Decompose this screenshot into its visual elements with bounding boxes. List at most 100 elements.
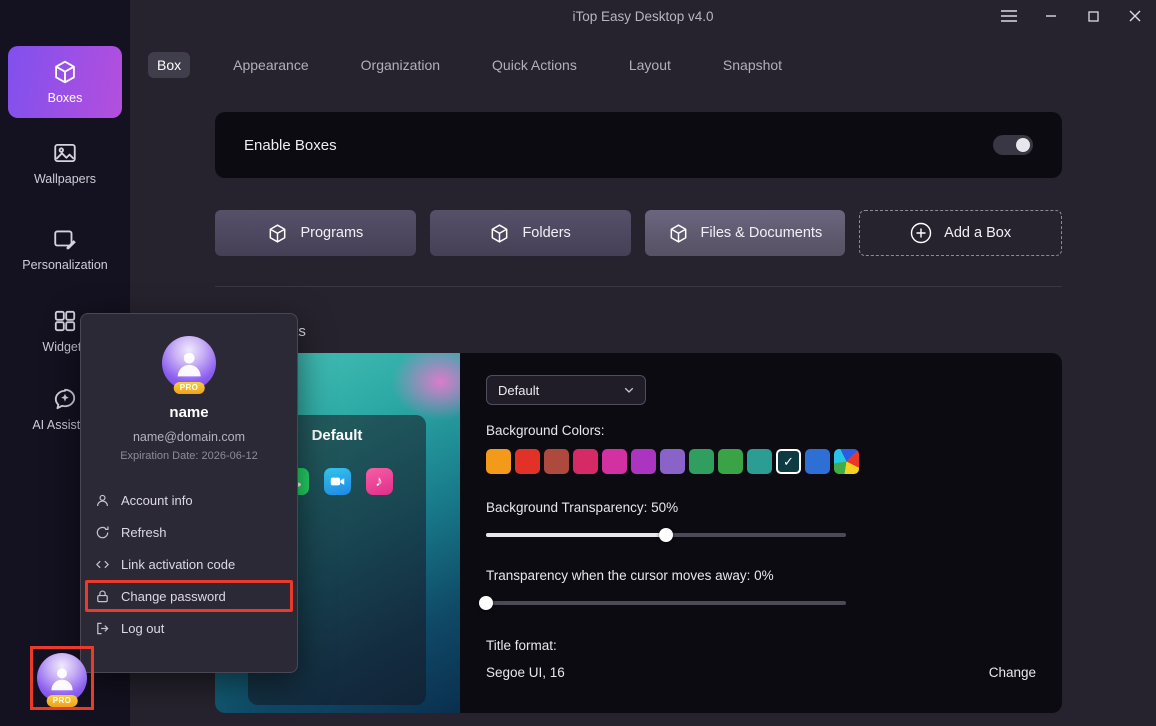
- title-format-row: Segoe UI, 16 Change: [486, 665, 1036, 680]
- menu-item-account-info[interactable]: Account info: [81, 484, 297, 516]
- account-expiration: Expiration Date: 2026-06-12: [81, 450, 297, 462]
- boxes-icon: [52, 59, 78, 85]
- color-swatch[interactable]: [805, 449, 830, 474]
- add-box-button[interactable]: Add a Box: [859, 210, 1062, 256]
- enable-boxes-toggle[interactable]: [993, 135, 1033, 155]
- color-swatch[interactable]: [573, 449, 598, 474]
- account-menu: Account info Refresh Link activation cod…: [81, 484, 297, 644]
- preset-settings-panel: Default Background Colors:: [460, 353, 1062, 713]
- menu-item-change-password[interactable]: Change password: [85, 580, 293, 612]
- menu-button[interactable]: [988, 0, 1030, 32]
- refresh-icon: [95, 525, 110, 540]
- color-swatch-custom[interactable]: [834, 449, 859, 474]
- color-swatch[interactable]: [515, 449, 540, 474]
- programs-box-button[interactable]: Programs: [215, 210, 416, 256]
- sidebar-item-label: Boxes: [48, 91, 83, 105]
- account-name: name: [81, 404, 297, 421]
- slider-knob[interactable]: [659, 528, 673, 542]
- ai-assistant-icon: [52, 386, 78, 412]
- cursor-transparency-slider[interactable]: [486, 596, 846, 610]
- tab-bar: Box Appearance Organization Quick Action…: [148, 50, 791, 80]
- color-swatch[interactable]: [486, 449, 511, 474]
- tab-appearance[interactable]: Appearance: [224, 52, 318, 78]
- color-swatch[interactable]: [689, 449, 714, 474]
- slider-knob[interactable]: [479, 596, 493, 610]
- menu-item-label: Link activation code: [121, 557, 235, 572]
- title-format-label: Title format:: [486, 638, 1036, 653]
- tab-organization[interactable]: Organization: [352, 52, 449, 78]
- color-swatch-row: ✓: [486, 449, 1036, 474]
- titlebar: iTop Easy Desktop v4.0: [130, 0, 1156, 32]
- slider-track[interactable]: [486, 601, 846, 605]
- box-icon: [489, 223, 510, 244]
- color-swatch[interactable]: [544, 449, 569, 474]
- account-avatar-highlight[interactable]: PRO: [30, 646, 94, 710]
- color-swatch[interactable]: [631, 449, 656, 474]
- window-controls: [988, 0, 1156, 32]
- sidebar-item-wallpapers[interactable]: Wallpapers: [8, 140, 122, 186]
- sidebar-item-boxes[interactable]: Boxes: [8, 46, 122, 118]
- tab-quick-actions[interactable]: Quick Actions: [483, 52, 586, 78]
- close-button[interactable]: [1114, 0, 1156, 32]
- color-swatch[interactable]: [660, 449, 685, 474]
- minimize-icon: [1045, 10, 1057, 22]
- menu-item-log-out[interactable]: Log out: [81, 612, 297, 644]
- color-swatch[interactable]: [747, 449, 772, 474]
- box-button-label: Programs: [300, 225, 363, 241]
- account-email: name@domain.com: [81, 430, 297, 444]
- box-icon: [668, 223, 689, 244]
- toggle-knob: [1016, 138, 1030, 152]
- person-icon: [95, 493, 110, 508]
- menu-item-refresh[interactable]: Refresh: [81, 516, 297, 548]
- slider-fill: [486, 533, 666, 537]
- background-transparency-slider[interactable]: [486, 528, 846, 542]
- add-box-label: Add a Box: [944, 225, 1011, 241]
- title-format-value: Segoe UI, 16: [486, 665, 565, 680]
- check-icon: ✓: [783, 454, 794, 470]
- content-area: Enable Boxes Programs F: [215, 112, 1062, 713]
- cursor-transparency-label: Transparency when the cursor moves away:…: [486, 568, 1036, 583]
- color-swatch[interactable]: [718, 449, 743, 474]
- color-swatch[interactable]: [602, 449, 627, 474]
- sidebar-item-personalization[interactable]: Personalization: [8, 226, 122, 272]
- files-documents-box-button[interactable]: Files & Documents: [645, 210, 846, 256]
- logout-icon: [95, 621, 110, 636]
- music-note-glyph: ♪: [375, 473, 383, 490]
- close-icon: [1129, 10, 1141, 22]
- preset-dropdown[interactable]: Default: [486, 375, 646, 405]
- enable-boxes-card: Enable Boxes: [215, 112, 1062, 178]
- music-icon: ♪: [366, 468, 393, 495]
- widgets-icon: [52, 308, 78, 334]
- minimize-button[interactable]: [1030, 0, 1072, 32]
- video-icon: [324, 468, 351, 495]
- box-icon: [267, 223, 288, 244]
- menu-item-label: Refresh: [121, 525, 167, 540]
- menu-item-link-activation-code[interactable]: Link activation code: [81, 548, 297, 580]
- pro-badge: PRO: [174, 382, 205, 394]
- preset-dropdown-value: Default: [498, 383, 539, 398]
- color-swatch-selected[interactable]: ✓: [776, 449, 801, 474]
- folders-box-button[interactable]: Folders: [430, 210, 631, 256]
- chevron-down-icon: [624, 387, 634, 394]
- section-divider: [215, 286, 1062, 287]
- menu-item-label: Change password: [121, 589, 226, 604]
- personalization-icon: [52, 226, 78, 252]
- box-button-row: Programs Folders Files & Documents: [215, 210, 1062, 256]
- pro-badge: PRO: [47, 695, 78, 707]
- account-popup: PRO name name@domain.com Expiration Date…: [80, 313, 298, 673]
- tab-box[interactable]: Box: [148, 52, 190, 78]
- menu-item-label: Log out: [121, 621, 164, 636]
- preset-preview-card: Default: [215, 353, 1062, 713]
- maximize-button[interactable]: [1072, 0, 1114, 32]
- code-icon: [95, 557, 110, 572]
- menu-item-label: Account info: [121, 493, 193, 508]
- popup-avatar: PRO: [162, 336, 216, 390]
- account-avatar[interactable]: PRO: [37, 653, 87, 703]
- tab-layout[interactable]: Layout: [620, 52, 680, 78]
- tab-snapshot[interactable]: Snapshot: [714, 52, 791, 78]
- person-silhouette-icon: [47, 664, 77, 694]
- hamburger-icon: [1001, 10, 1017, 22]
- box-button-label: Folders: [522, 225, 570, 241]
- change-title-format-button[interactable]: Change: [989, 665, 1036, 680]
- box-button-label: Files & Documents: [701, 225, 823, 241]
